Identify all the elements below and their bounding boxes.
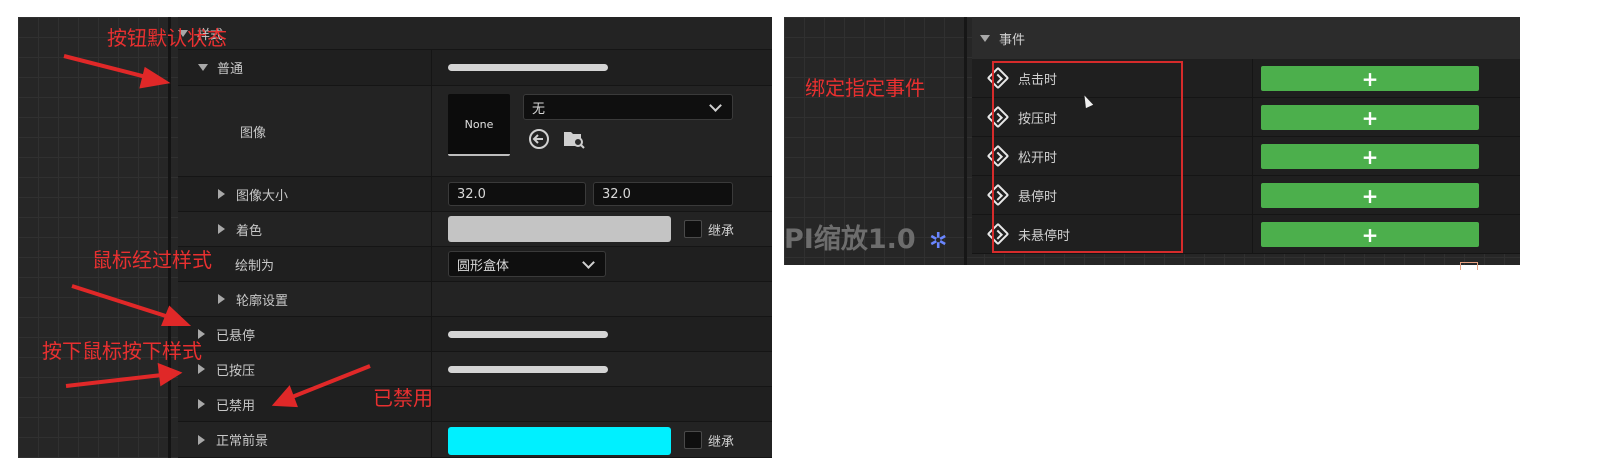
- event-highlight-box: [992, 61, 1183, 253]
- add-event-button[interactable]: +: [1261, 183, 1479, 208]
- corner-mark: [1460, 262, 1478, 270]
- annotation-default-state: 按钮默认状态: [107, 26, 227, 50]
- annotation-bind-event: 绑定指定事件: [805, 76, 925, 100]
- add-event-button[interactable]: +: [1261, 144, 1479, 169]
- panel-divider: [964, 17, 967, 265]
- annotation-disabled: 已禁用: [373, 386, 433, 410]
- annotation-hover-style: 鼠标经过样式: [92, 248, 212, 272]
- annotation-press-style: 按下鼠标按下样式: [42, 339, 202, 363]
- gear-icon[interactable]: ✲: [929, 229, 947, 254]
- add-event-button[interactable]: +: [1261, 66, 1479, 91]
- events-section-header[interactable]: 事件: [972, 17, 1520, 59]
- expand-icon: [980, 34, 990, 42]
- add-event-button[interactable]: +: [1261, 222, 1479, 247]
- events-section-label: 事件: [999, 32, 1026, 48]
- add-event-button[interactable]: +: [1261, 105, 1479, 130]
- dpi-scale-label: PI缩放1.0: [784, 224, 916, 255]
